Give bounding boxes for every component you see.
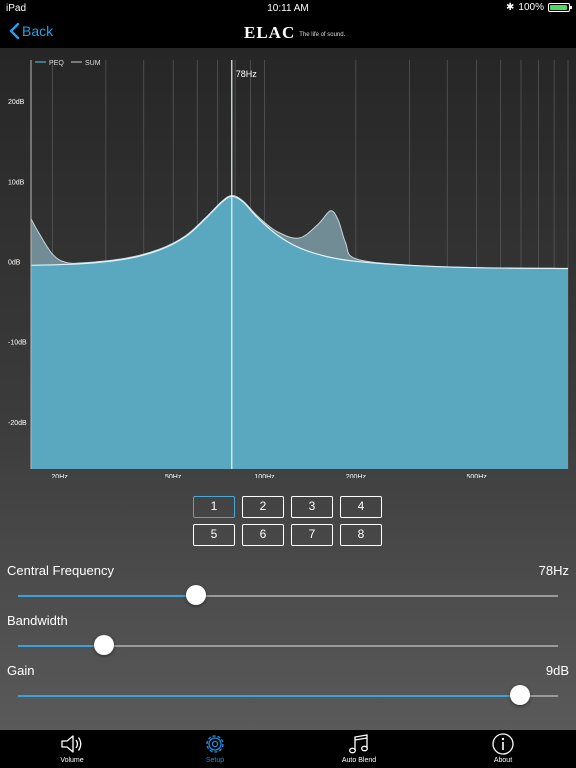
- tab-auto-blend[interactable]: Auto Blend: [309, 730, 409, 768]
- tab-auto-blend-label: Auto Blend: [341, 757, 377, 764]
- tab-setup-label: Setup: [205, 757, 225, 764]
- bandwidth-label: Bandwidth: [7, 613, 68, 628]
- legend-sum-label: SUM: [85, 60, 101, 67]
- battery-percent: 100%: [518, 2, 544, 13]
- y-tick-label: 20dB: [8, 99, 25, 106]
- central-frequency-value: 78Hz: [538, 563, 569, 578]
- series-peq-area: [31, 196, 568, 470]
- preset-button-5[interactable]: 5: [193, 524, 235, 546]
- back-button[interactable]: Back: [8, 21, 53, 41]
- x-tick-label: 200Hz: [346, 474, 367, 478]
- battery-icon: [548, 3, 572, 12]
- frequency-marker-label: 78Hz: [236, 69, 258, 79]
- central-frequency-label: Central Frequency: [7, 563, 114, 578]
- y-tick-label: 0dB: [8, 260, 21, 267]
- x-tick-label: 50Hz: [165, 474, 182, 478]
- tab-volume-label: Volume: [60, 757, 84, 764]
- slider-thumb[interactable]: [186, 585, 207, 605]
- tab-bar: Volume Setup Auto Blend About: [0, 730, 576, 768]
- tab-setup[interactable]: Setup: [165, 730, 265, 768]
- nav-bar: Back ELAC The life of sound.: [0, 16, 576, 48]
- bluetooth-icon: ✱: [506, 2, 515, 13]
- legend-peq-label: PEQ: [49, 60, 64, 67]
- preset-button-1[interactable]: 1: [193, 496, 235, 518]
- y-tick-label: 10dB: [8, 179, 25, 186]
- preset-button-4[interactable]: 4: [340, 496, 382, 518]
- gear-icon: [206, 735, 224, 753]
- preset-grid: 1234 5678: [193, 496, 383, 546]
- status-right: ✱ 100%: [506, 2, 572, 13]
- music-note-icon: [349, 734, 368, 754]
- preset-button-6[interactable]: 6: [242, 524, 284, 546]
- slider-thumb[interactable]: [510, 685, 531, 705]
- brand-tagline: The life of sound.: [299, 32, 346, 38]
- gain-value: 9dB: [545, 663, 569, 678]
- x-tick-label: 100Hz: [254, 474, 275, 478]
- gain-label: Gain: [7, 663, 35, 678]
- status-time: 10:11 AM: [267, 3, 309, 14]
- tab-about-label: About: [493, 757, 513, 764]
- info-icon: [492, 733, 514, 755]
- central-frequency-slider[interactable]: [18, 584, 558, 608]
- speaker-icon: [61, 735, 82, 753]
- brand-name: ELAC: [244, 23, 296, 42]
- chevron-left-icon: [9, 22, 20, 40]
- bandwidth-slider[interactable]: [18, 634, 558, 658]
- preset-button-7[interactable]: 7: [291, 524, 333, 546]
- eq-chart[interactable]: 20dB 10dB 0dB -10dB -20dB 20Hz 50Hz 100Hz 200Hz 5…: [0, 48, 576, 478]
- tab-volume[interactable]: Volume: [22, 730, 122, 768]
- preset-button-3[interactable]: 3: [291, 496, 333, 518]
- y-tick-label: -10dB: [8, 340, 27, 347]
- y-tick-label: -20dB: [8, 420, 27, 427]
- back-label: Back: [22, 23, 54, 39]
- status-bar: iPad 10:11 AM ✱ 100%: [0, 0, 576, 16]
- preset-button-2[interactable]: 2: [242, 496, 284, 518]
- slider-thumb[interactable]: [94, 635, 115, 655]
- gain-slider[interactable]: [18, 684, 558, 708]
- x-tick-label: 20Hz: [51, 474, 68, 478]
- main-content: 20dB 10dB 0dB -10dB -20dB 20Hz 50Hz 100Hz 200Hz 5…: [0, 48, 576, 730]
- x-tick-label: 500Hz: [467, 474, 488, 478]
- brand-logo: ELAC The life of sound.: [244, 24, 345, 41]
- preset-button-8[interactable]: 8: [340, 524, 382, 546]
- tab-about[interactable]: About: [453, 730, 553, 768]
